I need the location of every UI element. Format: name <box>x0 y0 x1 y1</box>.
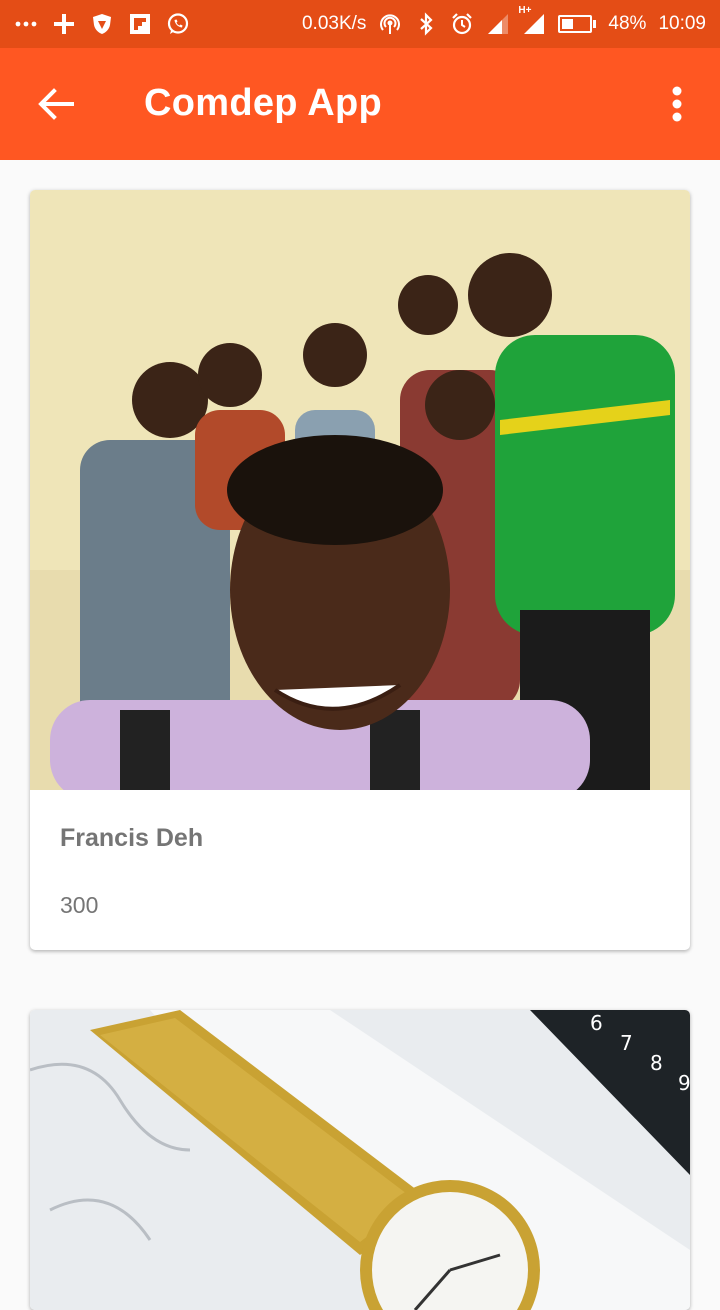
flipboard-icon <box>128 12 152 36</box>
battery-icon <box>558 15 597 33</box>
whatsapp-icon <box>166 12 190 36</box>
member-value: 300 <box>60 892 99 918</box>
app-bar: Comdep App <box>0 48 720 160</box>
more-options-button[interactable] <box>662 82 692 126</box>
arrow-left-icon <box>38 88 74 120</box>
network-type: H+ <box>518 5 532 16</box>
gold-watch-photo: 6789 <box>30 1010 690 1310</box>
group-selfie-photo <box>30 190 690 790</box>
app-title: Comdep App <box>144 82 383 124</box>
more-vert-icon <box>672 86 682 122</box>
battery-percent: 48% <box>608 13 647 34</box>
shield-icon <box>90 12 114 36</box>
svg-text:7: 7 <box>620 1031 633 1055</box>
product-card[interactable]: 6789 <box>30 1010 690 1310</box>
svg-text:9: 9 <box>678 1071 690 1095</box>
back-button[interactable] <box>34 84 78 124</box>
plus-icon <box>52 12 76 36</box>
svg-text:6: 6 <box>590 1011 603 1035</box>
clock: 10:09 <box>658 13 706 34</box>
status-bar: 0.03K/s H+ 48% 10:09 <box>0 0 720 48</box>
signal-icon <box>486 12 510 36</box>
network-speed: 0.03K/s <box>301 13 367 34</box>
signal-icon-hplus: H+ <box>518 5 546 36</box>
hotspot-icon <box>378 12 402 36</box>
more-dots-icon <box>14 12 38 36</box>
member-name: Francis Deh <box>60 824 204 852</box>
svg-text:8: 8 <box>650 1051 663 1075</box>
member-card[interactable]: Francis Deh 300 <box>30 190 690 950</box>
alarm-icon <box>450 12 474 36</box>
bluetooth-icon <box>414 12 438 36</box>
